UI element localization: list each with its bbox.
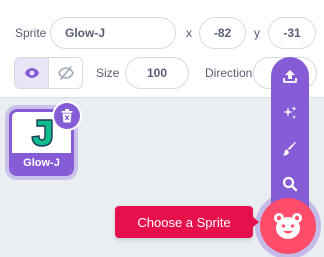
x-input[interactable]: -82: [199, 17, 246, 49]
upload-sprite-button[interactable]: [271, 58, 309, 94]
surprise-icon: [283, 106, 297, 119]
eye-slash-icon: [57, 66, 74, 80]
sprite-tile-name: Glow-J: [12, 153, 71, 173]
surprise-sprite-button[interactable]: [271, 95, 309, 131]
delete-sprite-button[interactable]: [54, 103, 80, 129]
sprite-label: Sprite: [15, 26, 47, 40]
y-label: y: [254, 26, 260, 40]
choose-sprite-button[interactable]: [260, 198, 316, 254]
sprite-bear-icon: [274, 213, 302, 239]
paint-sprite-button[interactable]: [271, 131, 309, 167]
upload-icon: [283, 70, 297, 83]
size-label: Size: [96, 66, 120, 80]
search-icon: [282, 176, 298, 192]
x-label: x: [186, 26, 192, 40]
y-input[interactable]: -31: [268, 17, 316, 49]
show-sprite-button[interactable]: [14, 57, 49, 89]
sprite-name-input[interactable]: Glow-J: [50, 17, 176, 49]
eye-icon: [24, 68, 39, 78]
hide-sprite-button[interactable]: [48, 57, 83, 89]
size-input[interactable]: 100: [125, 57, 189, 89]
paint-icon: [283, 142, 296, 156]
direction-label: Direction: [205, 66, 253, 80]
tooltip-arrow: [252, 216, 259, 228]
choose-sprite-search-button[interactable]: [271, 166, 309, 202]
choose-sprite-tooltip: Choose a Sprite: [115, 206, 253, 238]
trash-icon: [61, 109, 73, 123]
glow-j-icon: [30, 118, 53, 147]
